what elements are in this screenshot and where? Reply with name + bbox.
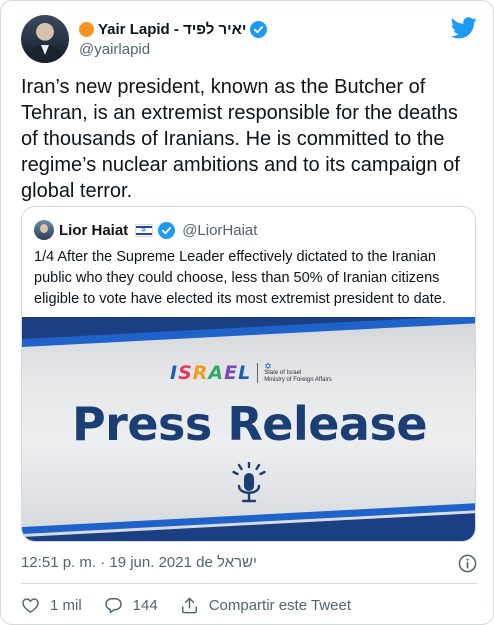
reply-button[interactable]: 144 [104,596,158,615]
orange-circle-icon [79,21,94,37]
quoted-avatar [34,220,54,240]
quoted-display-name: Lior Haiat [59,221,129,239]
quoted-text: 1/4 After the Supreme Leader effectively… [34,249,446,307]
share-label: Compartir este Tweet [208,596,351,614]
verified-badge-icon [250,20,268,38]
israel-flag-icon: ✡ [135,223,154,237]
quoted-tweet[interactable]: Lior Haiat ✡ @LiorHaiat 1/4 After the Su… [21,206,476,542]
share-button[interactable]: Compartir este Tweet [180,596,351,615]
menorah-seal-icon: ✡ [264,360,272,371]
israel-brand-logo: ISRAEL ✡ State of Israel Ministry of For… [170,361,332,385]
author-avatar[interactable] [21,15,69,63]
reply-bubble-icon [104,597,122,613]
ministry-label: ✡ State of Israel Ministry of Foreign Af… [264,360,332,383]
author-handle[interactable]: @yairlapid [79,41,150,58]
heart-icon [22,597,39,613]
quoted-header: Lior Haiat ✡ @LiorHaiat [34,220,257,240]
brand-divider [257,363,259,383]
tweet-header: Yair Lapid - יאיר לפיד @yairlapid [21,15,477,65]
author-name-row[interactable]: Yair Lapid - יאיר לפיד [79,19,268,39]
like-count: 1 mil [50,596,82,614]
tweet-text: Iran’s new president, known as the Butch… [21,76,460,202]
tweet-actions: 1 mil 144 Compartir este Tweet [21,594,373,616]
tweet-meta: 12:51 p. m. · 19 jun. 2021 de ישראל [21,554,477,574]
like-button[interactable]: 1 mil [21,596,82,615]
press-release-title: Press Release [71,397,428,451]
tweet-timestamp[interactable]: 12:51 p. m. · 19 jun. 2021 de ישראל [21,554,257,571]
quoted-handle: @LiorHaiat [182,221,258,239]
tweet-card: Yair Lapid - יאיר לפיד @yairlapid Iran’s… [0,0,494,625]
share-icon [181,597,197,613]
twitter-bird-icon[interactable] [451,17,477,39]
press-release-image[interactable]: ISRAEL ✡ State of Israel Ministry of For… [22,317,475,541]
verified-badge-icon [158,221,176,239]
author-display-name[interactable]: Yair Lapid - יאיר לפיד [98,21,246,38]
reply-count: 144 [132,596,158,614]
info-icon[interactable] [458,554,477,573]
brand-word: ISRAEL [170,362,252,384]
microphone-icon [232,462,266,503]
actions-divider [21,583,477,584]
